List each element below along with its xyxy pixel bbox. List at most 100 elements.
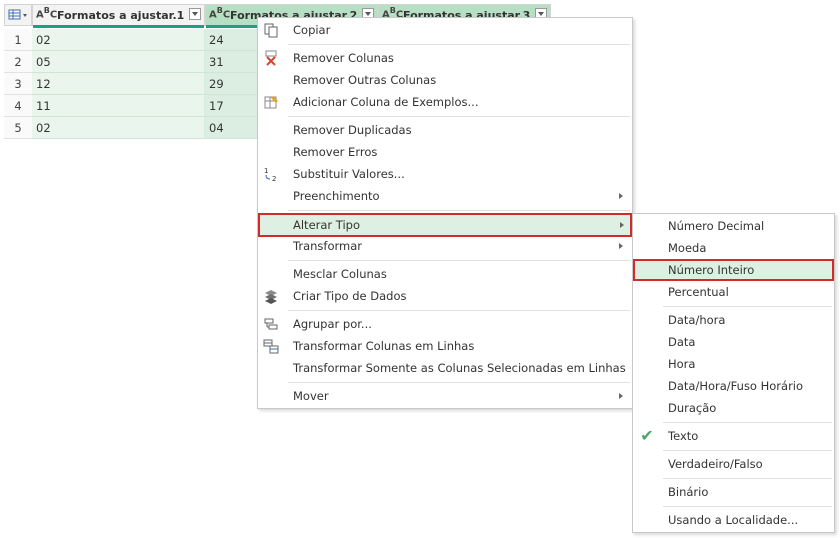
menu-label: Texto bbox=[668, 429, 699, 443]
type-option-datetimezone[interactable]: Data/Hora/Fuso Horário bbox=[634, 375, 833, 397]
row-number[interactable]: 5 bbox=[4, 117, 32, 139]
context-menu: Copiar Remover Colunas Remover Outras Co… bbox=[257, 17, 633, 409]
menu-divider bbox=[288, 116, 630, 117]
type-option-datetime[interactable]: Data/hora bbox=[634, 309, 833, 331]
row-number[interactable]: 1 bbox=[4, 29, 32, 51]
type-option-binary[interactable]: Binário bbox=[634, 481, 833, 503]
menu-item-remove-errors[interactable]: Remover Erros bbox=[259, 141, 631, 163]
menu-label: Transformar bbox=[293, 239, 362, 253]
menu-item-merge-columns[interactable]: Mesclar Colunas bbox=[259, 263, 631, 285]
menu-divider bbox=[288, 210, 630, 211]
menu-label: Remover Outras Colunas bbox=[293, 73, 437, 87]
submenu-arrow-icon bbox=[619, 243, 623, 249]
menu-label: Criar Tipo de Dados bbox=[293, 289, 407, 303]
menu-label: Adicionar Coluna de Exemplos... bbox=[293, 95, 479, 109]
text-type-icon[interactable]: ABC bbox=[36, 6, 57, 20]
menu-label: Mesclar Colunas bbox=[293, 267, 387, 281]
type-option-text[interactable]: ✔ Texto bbox=[634, 425, 833, 447]
submenu-arrow-icon bbox=[620, 222, 624, 228]
menu-label: Número Inteiro bbox=[668, 263, 755, 277]
submenu-arrow-icon bbox=[619, 393, 623, 399]
menu-item-move[interactable]: Mover bbox=[259, 385, 631, 407]
table-cell[interactable]: 11 bbox=[32, 95, 205, 117]
type-option-time[interactable]: Hora bbox=[634, 353, 833, 375]
table-cell[interactable]: 12 bbox=[32, 73, 205, 95]
table-menu-button[interactable] bbox=[4, 4, 32, 26]
checkmark-icon: ✔ bbox=[640, 426, 654, 445]
menu-label: Transformar Somente as Colunas Seleciona… bbox=[293, 361, 626, 375]
unpivot-icon bbox=[263, 338, 279, 354]
menu-label: Remover Colunas bbox=[293, 51, 394, 65]
menu-label: Número Decimal bbox=[668, 219, 765, 233]
menu-divider bbox=[663, 306, 832, 307]
row-number[interactable]: 4 bbox=[4, 95, 32, 117]
menu-label: Data bbox=[668, 335, 696, 349]
column-examples-icon bbox=[263, 94, 279, 110]
menu-item-remove-other-columns[interactable]: Remover Outras Colunas bbox=[259, 69, 631, 91]
menu-label: Mover bbox=[293, 389, 329, 403]
filter-dropdown-icon[interactable] bbox=[189, 8, 201, 20]
menu-item-change-type[interactable]: Alterar Tipo bbox=[258, 213, 632, 237]
row-number[interactable]: 2 bbox=[4, 51, 32, 73]
menu-label: Duração bbox=[668, 401, 717, 415]
menu-divider bbox=[288, 260, 630, 261]
remove-columns-icon bbox=[263, 50, 279, 66]
text-type-icon[interactable]: ABC bbox=[209, 6, 230, 20]
menu-divider bbox=[288, 44, 630, 45]
replace-values-icon: 12 bbox=[263, 166, 279, 183]
menu-label: Hora bbox=[668, 357, 696, 371]
menu-item-fill[interactable]: Preenchimento bbox=[259, 185, 631, 207]
type-option-currency[interactable]: Moeda bbox=[634, 237, 833, 259]
menu-item-remove-columns[interactable]: Remover Colunas bbox=[259, 47, 631, 69]
copy-icon bbox=[263, 22, 279, 38]
type-option-duration[interactable]: Duração bbox=[634, 397, 833, 419]
menu-label: Binário bbox=[668, 485, 709, 499]
column-title: Formatos a ajustar.1 bbox=[57, 9, 185, 22]
column-header-1[interactable]: ABC Formatos a ajustar.1 bbox=[32, 4, 205, 28]
menu-label: Copiar bbox=[293, 23, 331, 37]
menu-label: Preenchimento bbox=[293, 189, 380, 203]
type-option-percent[interactable]: Percentual bbox=[634, 281, 833, 303]
menu-label: Substituir Valores... bbox=[293, 167, 405, 181]
svg-text:2: 2 bbox=[272, 175, 276, 182]
menu-divider bbox=[663, 450, 832, 451]
menu-item-replace-values[interactable]: 12 Substituir Valores... bbox=[259, 163, 631, 185]
row-number[interactable]: 3 bbox=[4, 73, 32, 95]
menu-item-create-data-type[interactable]: Criar Tipo de Dados bbox=[259, 285, 631, 307]
menu-label: Verdadeiro/Falso bbox=[668, 457, 763, 471]
menu-item-group-by[interactable]: Agrupar por... bbox=[259, 313, 631, 335]
submenu-arrow-icon bbox=[619, 193, 623, 199]
data-type-icon bbox=[263, 288, 279, 304]
menu-label: Transformar Colunas em Linhas bbox=[293, 339, 475, 353]
type-option-date[interactable]: Data bbox=[634, 331, 833, 353]
menu-item-unpivot-selected[interactable]: Transformar Somente as Colunas Seleciona… bbox=[259, 357, 631, 379]
menu-item-remove-duplicates[interactable]: Remover Duplicadas bbox=[259, 119, 631, 141]
group-by-icon bbox=[263, 316, 279, 332]
menu-label: Remover Duplicadas bbox=[293, 123, 412, 137]
menu-divider bbox=[663, 422, 832, 423]
table-cell[interactable]: 02 bbox=[32, 117, 205, 139]
table-cell[interactable]: 02 bbox=[32, 29, 205, 51]
table-icon bbox=[8, 9, 27, 20]
menu-label: Moeda bbox=[668, 241, 707, 255]
type-option-integer[interactable]: Número Inteiro bbox=[633, 259, 834, 281]
change-type-submenu: Número Decimal Moeda Número Inteiro Perc… bbox=[632, 213, 835, 533]
menu-label: Usando a Localidade... bbox=[668, 513, 799, 527]
svg-text:1: 1 bbox=[264, 167, 268, 175]
menu-divider bbox=[663, 478, 832, 479]
type-option-boolean[interactable]: Verdadeiro/Falso bbox=[634, 453, 833, 475]
menu-item-unpivot-columns[interactable]: Transformar Colunas em Linhas bbox=[259, 335, 631, 357]
menu-divider bbox=[663, 506, 832, 507]
table-cell[interactable]: 05 bbox=[32, 51, 205, 73]
menu-item-add-column-examples[interactable]: Adicionar Coluna de Exemplos... bbox=[259, 91, 631, 113]
menu-label: Data/Hora/Fuso Horário bbox=[668, 379, 804, 393]
menu-label: Percentual bbox=[668, 285, 729, 299]
menu-label: Agrupar por... bbox=[293, 317, 372, 331]
menu-item-transform[interactable]: Transformar bbox=[259, 235, 631, 257]
menu-label: Data/hora bbox=[668, 313, 726, 327]
menu-item-copy[interactable]: Copiar bbox=[259, 19, 631, 41]
type-option-decimal[interactable]: Número Decimal bbox=[634, 215, 833, 237]
menu-divider bbox=[288, 382, 630, 383]
type-option-locale[interactable]: Usando a Localidade... bbox=[634, 509, 833, 531]
menu-divider bbox=[288, 310, 630, 311]
